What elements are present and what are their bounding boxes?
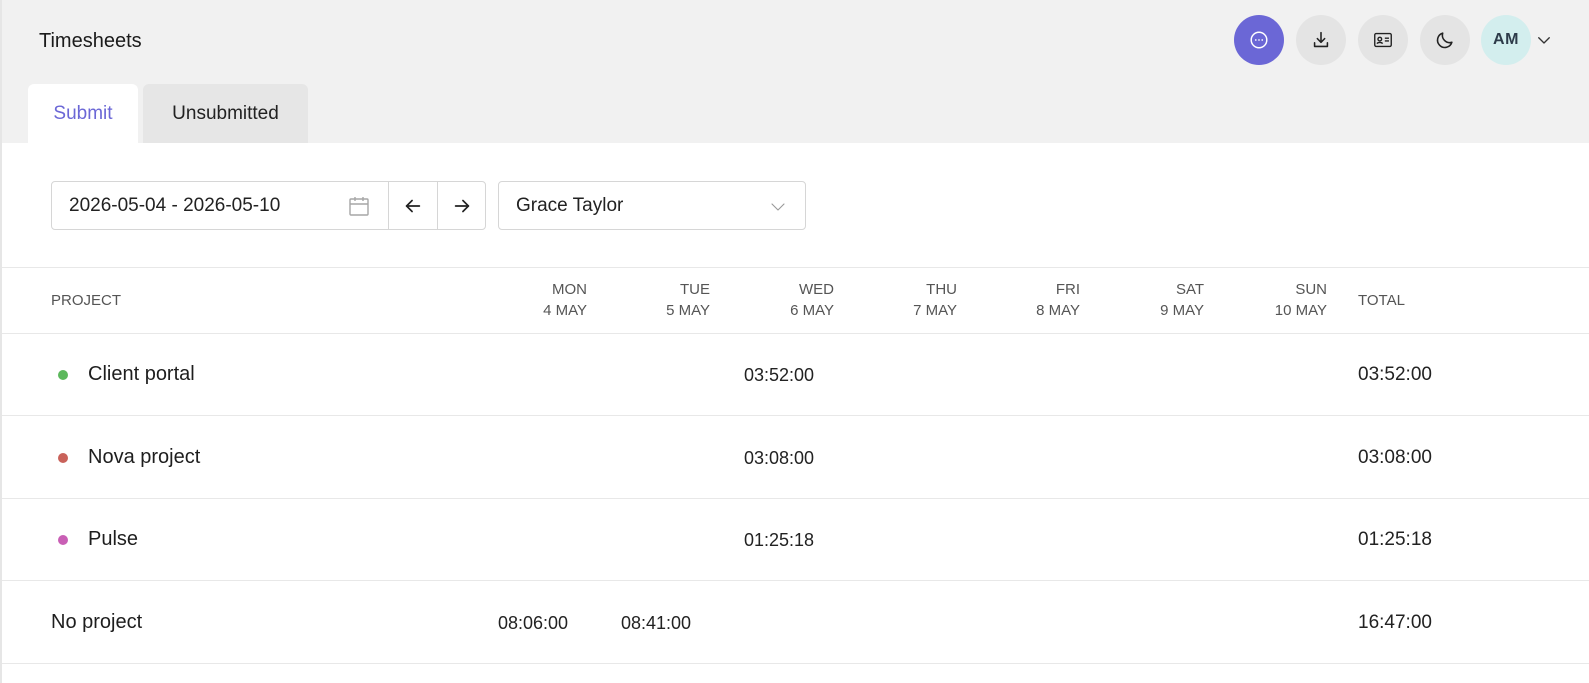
column-header-thu: THU 7 MAY: [877, 279, 957, 321]
day-date: 4 MAY: [543, 302, 587, 319]
left-border: [0, 0, 2, 683]
project-color-dot: [58, 453, 68, 463]
row-divider: [2, 415, 1589, 416]
column-header-sat: SAT 9 MAY: [1124, 279, 1204, 321]
chevron-down-icon: [771, 203, 785, 211]
day-name: WED: [799, 281, 834, 298]
day-date: 10 MAY: [1274, 302, 1327, 319]
day-date: 9 MAY: [1160, 302, 1204, 319]
row-total: 03:08:00: [1358, 447, 1432, 468]
project-name[interactable]: Nova project: [88, 446, 200, 469]
day-date: 8 MAY: [1036, 302, 1080, 319]
row-divider: [2, 498, 1589, 499]
project-name[interactable]: Client portal: [88, 363, 195, 386]
page-title: Timesheets: [39, 30, 142, 52]
project-name[interactable]: No project: [51, 611, 142, 634]
tab-unsubmitted[interactable]: Unsubmitted: [143, 84, 308, 143]
day-name: FRI: [1055, 281, 1080, 298]
arrow-right-icon: [454, 199, 469, 212]
column-header-total: TOTAL: [1358, 292, 1405, 309]
user-select[interactable]: Grace Taylor: [498, 181, 806, 230]
column-header-wed: WED 6 MAY: [754, 279, 834, 321]
calendar-icon[interactable]: [347, 194, 371, 218]
table-top-divider: [2, 267, 1589, 268]
date-range-value: 2026-05-04 - 2026-05-10: [69, 194, 281, 216]
row-divider: [2, 663, 1589, 664]
day-name: TUE: [680, 281, 710, 298]
moon-icon: [1436, 32, 1453, 49]
project-color-dot: [58, 535, 68, 545]
arrow-left-icon: [405, 199, 421, 212]
filter-bar: 2026-05-04 - 2026-05-10 Grace Taylor: [51, 181, 806, 230]
project-name[interactable]: Pulse: [88, 528, 138, 551]
time-cell-tue[interactable]: 08:41:00: [621, 613, 691, 634]
chat-bubble-icon: [1250, 31, 1268, 49]
day-name: SUN: [1295, 281, 1327, 298]
column-header-mon: MON 4 MAY: [507, 279, 587, 321]
tab-submit[interactable]: Submit: [28, 84, 138, 143]
avatar[interactable]: AM: [1481, 15, 1531, 65]
chevron-down-icon[interactable]: [1535, 31, 1553, 49]
table-header-divider: [2, 333, 1589, 334]
day-date: 6 MAY: [790, 302, 834, 319]
day-name: MON: [552, 281, 587, 298]
date-range-input[interactable]: 2026-05-04 - 2026-05-10: [52, 182, 390, 229]
row-total: 16:47:00: [1358, 612, 1432, 633]
top-bar: Timesheets AM Submit Unsubmitted: [0, 0, 1589, 143]
user-select-value: Grace Taylor: [516, 194, 624, 216]
row-divider: [2, 580, 1589, 581]
next-week-button[interactable]: [437, 182, 485, 229]
row-total: 03:52:00: [1358, 364, 1432, 385]
dark-mode-button[interactable]: [1420, 15, 1470, 65]
day-name: THU: [926, 281, 957, 298]
column-header-sun: SUN 10 MAY: [1247, 279, 1327, 321]
project-color-dot: [58, 370, 68, 380]
column-header-project: PROJECT: [51, 292, 122, 309]
time-cell-mon[interactable]: 08:06:00: [498, 613, 568, 634]
time-cell-wed[interactable]: 01:25:18: [744, 530, 814, 551]
download-icon: [1313, 31, 1329, 48]
time-cell-wed[interactable]: 03:08:00: [744, 448, 814, 469]
time-cell-wed[interactable]: 03:52:00: [744, 365, 814, 386]
day-date: 7 MAY: [913, 302, 957, 319]
date-range-picker: 2026-05-04 - 2026-05-10: [51, 181, 486, 230]
previous-week-button[interactable]: [389, 182, 437, 229]
day-date: 5 MAY: [666, 302, 710, 319]
id-card-button[interactable]: [1358, 15, 1408, 65]
row-total: 01:25:18: [1358, 529, 1432, 550]
id-card-icon: [1374, 32, 1392, 48]
tab-bar: Submit Unsubmitted: [28, 84, 308, 143]
column-header-tue: TUE 5 MAY: [630, 279, 710, 321]
chat-button[interactable]: [1234, 15, 1284, 65]
day-name: SAT: [1175, 281, 1204, 298]
column-header-fri: FRI 8 MAY: [1000, 279, 1080, 321]
download-button[interactable]: [1296, 15, 1346, 65]
